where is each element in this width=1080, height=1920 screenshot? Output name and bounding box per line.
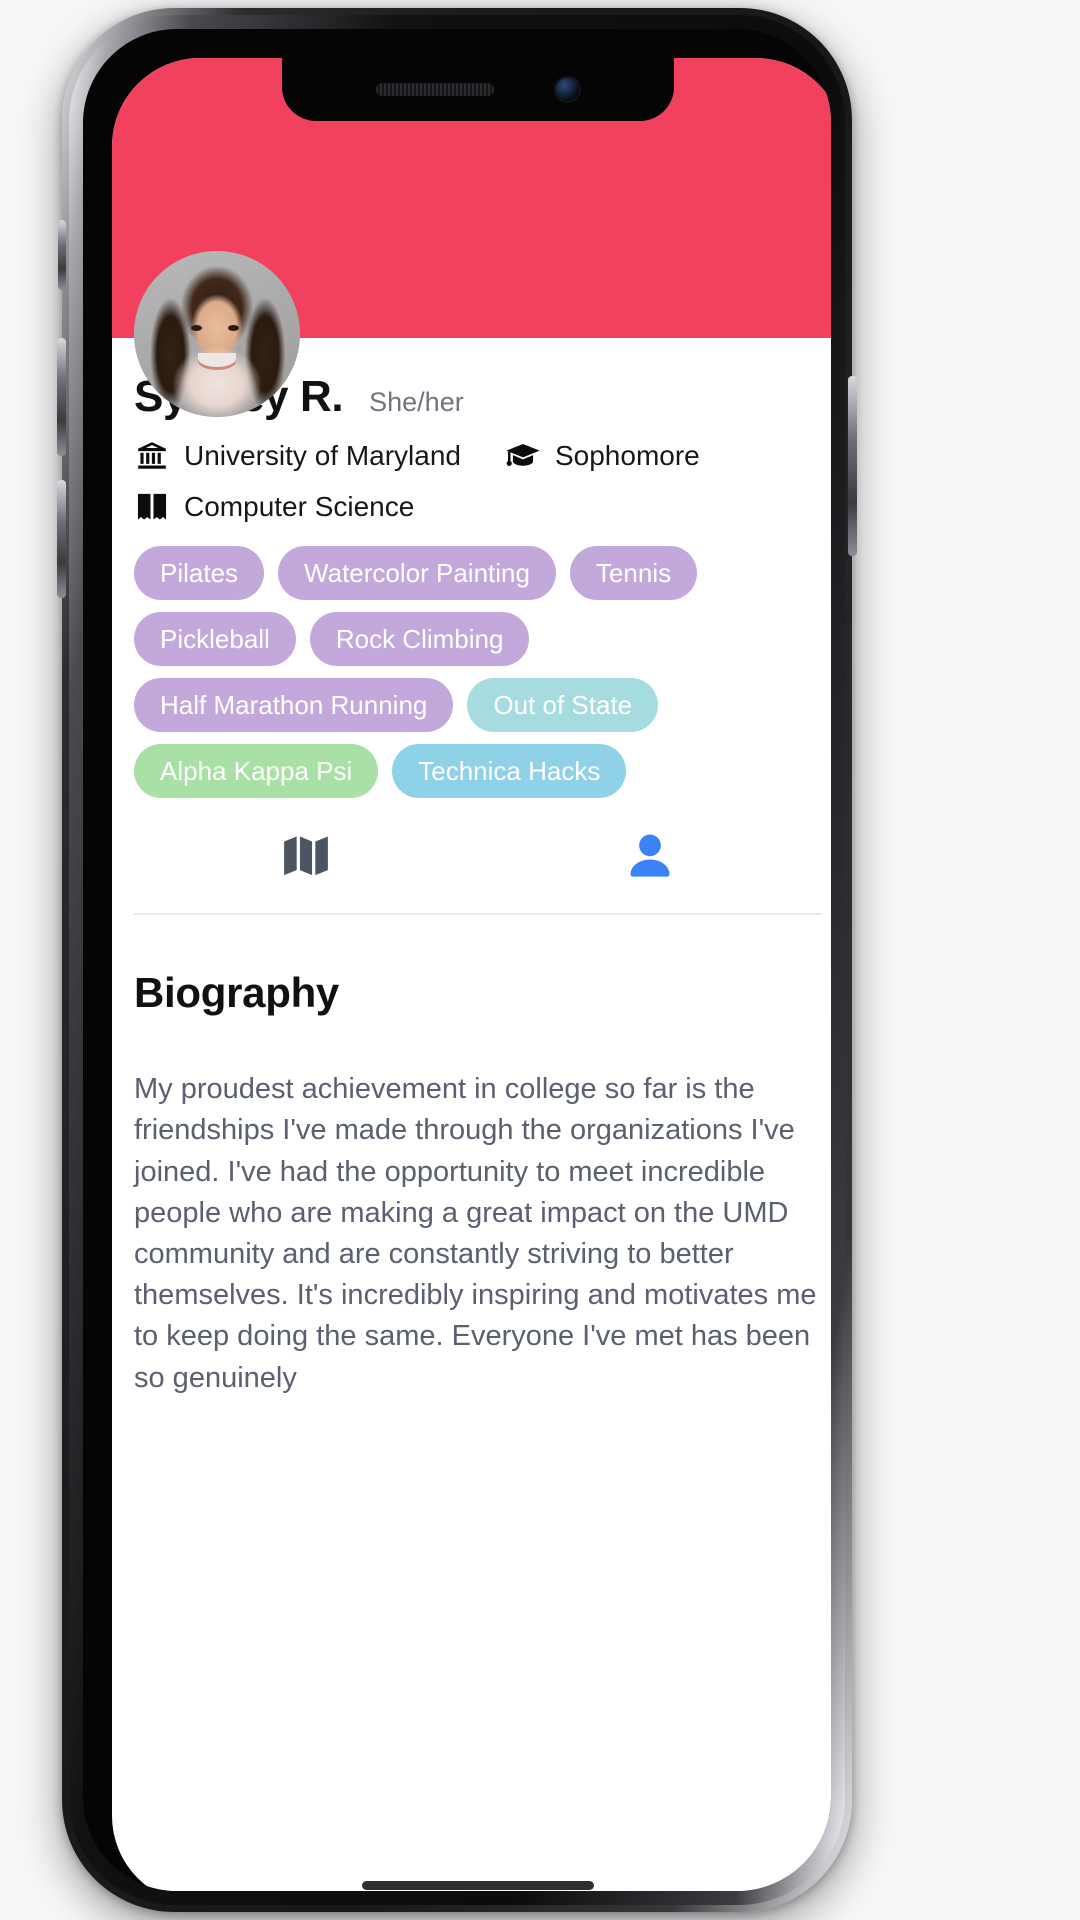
biography-title: Biography <box>134 969 339 1017</box>
university-item: University of Maryland <box>134 439 461 473</box>
avatar-eye-right <box>228 325 239 331</box>
graduation-cap-icon <box>505 439 541 473</box>
map-icon <box>279 830 333 887</box>
volume-up-button[interactable] <box>57 338 66 456</box>
education-row-1: University of Maryland Sophomore <box>134 439 822 473</box>
power-button[interactable] <box>848 376 857 556</box>
major-label: Computer Science <box>184 491 415 522</box>
university-label: University of Maryland <box>184 440 461 471</box>
tag-rock-climbing[interactable]: Rock Climbing <box>309 612 530 667</box>
tag-pilates[interactable]: Pilates <box>134 546 265 601</box>
book-icon <box>134 490 170 524</box>
phone-screen: Sydney R. She/her <box>112 58 831 1891</box>
profile-body: Sydney R. She/her <box>112 338 831 916</box>
tag-pickleball[interactable]: Pickleball <box>134 612 296 667</box>
home-indicator[interactable] <box>362 1881 594 1890</box>
silent-switch-button[interactable] <box>58 220 66 290</box>
tag-technica-hacks[interactable]: Technica Hacks <box>392 744 627 799</box>
avatar-smile <box>198 353 236 370</box>
tag-watercolor-painting[interactable]: Watercolor Painting <box>278 546 556 601</box>
tag-row: Half Marathon Running Out of State <box>134 678 822 733</box>
tab-map[interactable] <box>134 830 478 887</box>
avatar[interactable] <box>134 251 300 417</box>
pronouns-label: She/her <box>369 387 464 417</box>
person-icon <box>624 830 676 887</box>
biography-section: Biography My proudest achievement in col… <box>112 969 831 1398</box>
avatar-eye-left <box>191 325 202 331</box>
notch <box>282 58 674 121</box>
earpiece-speaker-icon <box>375 83 494 96</box>
tab-profile[interactable] <box>478 830 822 887</box>
section-tab-bar <box>134 816 822 916</box>
major-item: Computer Science <box>134 490 414 524</box>
tag-row: Pickleball Rock Climbing <box>134 612 822 667</box>
volume-down-button[interactable] <box>57 480 66 598</box>
education-row-2: Computer Science <box>134 490 822 524</box>
biography-text: My proudest achievement in college so fa… <box>134 1073 817 1394</box>
tag-tennis[interactable]: Tennis <box>569 546 698 601</box>
phone-bezel: Sydney R. She/her <box>83 29 831 1891</box>
tag-row: Pilates Watercolor Painting Tennis <box>134 546 822 601</box>
tag-row: Alpha Kappa Psi Technica Hacks <box>134 744 822 799</box>
phone-frame: Sydney R. She/her <box>57 8 857 1912</box>
interest-tags: Pilates Watercolor Painting Tennis Pickl… <box>134 546 822 799</box>
tag-out-of-state[interactable]: Out of State <box>467 678 659 733</box>
tag-half-marathon-running[interactable]: Half Marathon Running <box>134 678 454 733</box>
avatar-image <box>134 251 300 417</box>
front-camera-icon <box>553 76 581 103</box>
year-item: Sophomore <box>505 439 700 473</box>
tag-alpha-kappa-psi[interactable]: Alpha Kappa Psi <box>134 744 379 799</box>
university-icon <box>134 439 170 473</box>
year-label: Sophomore <box>554 440 700 471</box>
